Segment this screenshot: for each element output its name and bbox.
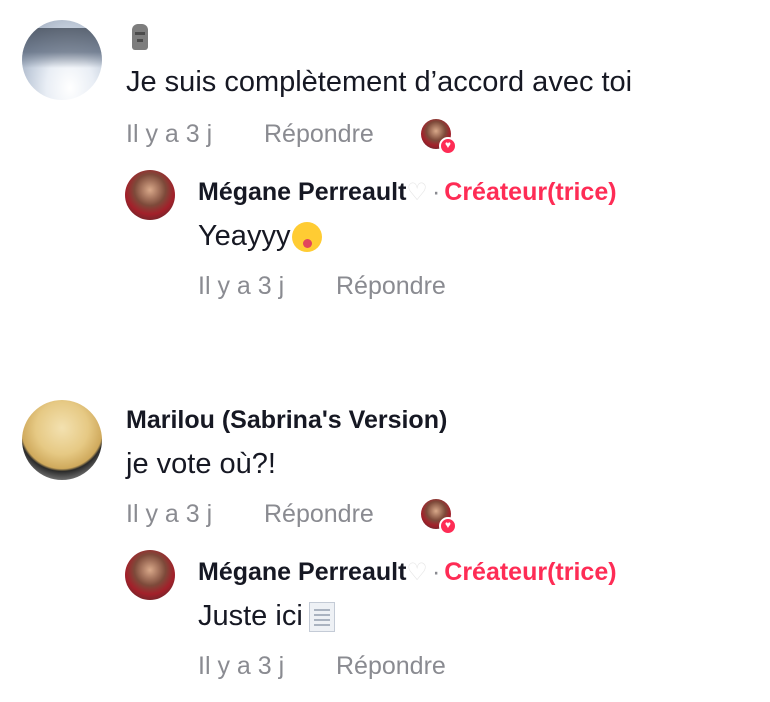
reply-button[interactable]: Répondre	[264, 500, 374, 529]
reply-text-value: Juste ici	[198, 600, 303, 632]
reply-text: Juste ici	[198, 600, 335, 633]
reply-button[interactable]: Répondre	[336, 652, 446, 681]
avatar-trees	[22, 28, 102, 68]
separator-dot: ·	[431, 178, 441, 206]
author-name: Mégane Perreault	[198, 558, 407, 586]
commenter-avatar[interactable]	[22, 20, 102, 100]
comment-author[interactable]: Marilou (Sabrina's Version)	[126, 406, 447, 435]
heart-icon: ♥	[439, 137, 457, 155]
creator-avatar[interactable]	[125, 550, 175, 600]
reply-text-value: Yeayyy	[198, 220, 291, 252]
author-name: Mégane Perreault	[198, 178, 407, 206]
reply-time: Il y a 3 j	[198, 272, 285, 300]
creator-badge: Créateur(trice)	[444, 178, 617, 206]
commenter-avatar[interactable]	[22, 400, 102, 480]
comment-text: je vote où?!	[126, 448, 276, 480]
creator-badge: Créateur(trice)	[444, 558, 617, 586]
reply-author[interactable]: Mégane Perreault♡ · Créateur(trice)	[198, 558, 617, 587]
creator-liked-icon: ♥	[421, 499, 457, 535]
reply-text: Yeayyy	[198, 220, 323, 253]
creator-avatar[interactable]	[125, 170, 175, 220]
reply-author[interactable]: Mégane Perreault♡ · Créateur(trice)	[198, 178, 617, 207]
comment-time: Il y a 3 j	[126, 500, 213, 528]
separator-dot: ·	[431, 558, 441, 586]
creator-liked-icon: ♥	[421, 119, 457, 155]
white-heart-icon: ♡	[406, 559, 428, 586]
white-heart-icon: ♡	[406, 179, 428, 206]
heart-icon: ♥	[439, 517, 457, 535]
squinting-tongue-emoji-icon	[292, 222, 323, 253]
reply-button[interactable]: Répondre	[264, 120, 374, 149]
comment-time: Il y a 3 j	[126, 120, 213, 148]
moai-emoji-icon	[132, 24, 148, 50]
comment-text: Je suis complètement d’accord avec toi	[126, 66, 633, 98]
document-emoji-icon	[308, 602, 335, 633]
reply-time: Il y a 3 j	[198, 652, 285, 680]
reply-button[interactable]: Répondre	[336, 272, 446, 301]
